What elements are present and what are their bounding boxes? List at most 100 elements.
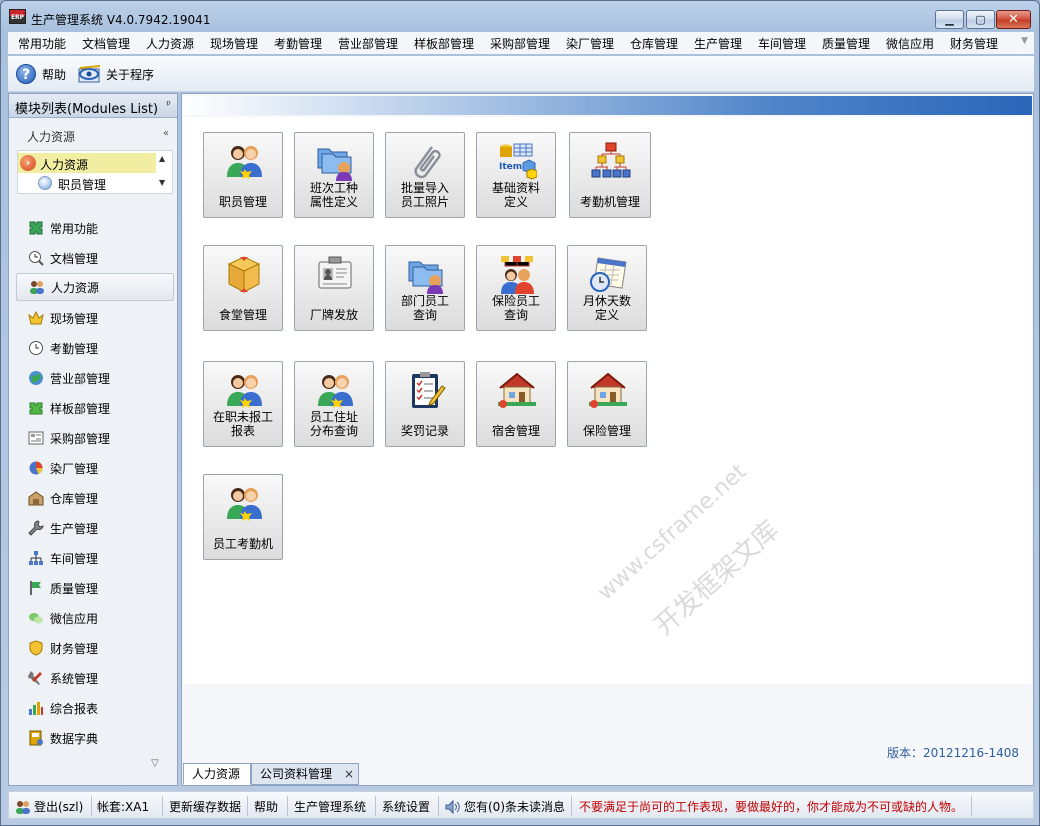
people-icon <box>29 279 45 295</box>
expand-arrow-icon[interactable]: › <box>20 155 36 171</box>
help-button[interactable]: ? 帮助 <box>16 63 66 85</box>
tree-item-employee[interactable]: 职员管理 <box>18 173 156 193</box>
shield-icon <box>28 640 44 656</box>
nav-item-sales[interactable]: 营业部管理 <box>16 364 174 392</box>
tab-hr[interactable]: 人力资源 <box>183 763 251 785</box>
nav-item-documents[interactable]: 文档管理 <box>16 244 174 272</box>
menu-wechat[interactable]: 微信应用 <box>886 35 934 52</box>
scroll-down-icon[interactable]: ▼ <box>159 178 165 187</box>
menu-attendance[interactable]: 考勤管理 <box>274 35 322 52</box>
paperclip-icon <box>414 146 441 179</box>
main-panel: 职员管理 班次工种 属性定义 批量导入 员工照片 Item 基础资料 定义 考勤… <box>181 93 1034 786</box>
tile-reward-punishment-records[interactable]: 奖罚记录 <box>385 361 465 447</box>
tile-employee-address-query[interactable]: 员工住址 分布查询 <box>294 361 374 447</box>
nav-item-quality[interactable]: 质量管理 <box>16 574 174 602</box>
tile-department-employee-query[interactable]: 部门员工 查询 <box>385 245 465 331</box>
tile-unreported-employees-report[interactable]: 在职未报工 报表 <box>203 361 283 447</box>
nav-scroll-down-icon[interactable]: ▽ <box>151 758 159 769</box>
nav-item-hr[interactable]: 人力资源 <box>16 273 174 301</box>
tile-label: 职员管理 <box>218 195 267 209</box>
close-icon[interactable]: × <box>344 764 354 784</box>
nav-label: 数据字典 <box>50 731 99 746</box>
tile-dormitory-management[interactable]: 宿舍管理 <box>476 361 556 447</box>
nav-item-common[interactable]: 常用功能 <box>16 214 174 242</box>
menu-sales[interactable]: 营业部管理 <box>338 35 398 52</box>
nav-item-dictionary[interactable]: 数据字典 <box>16 724 174 752</box>
tile-employee-attendance-machine[interactable]: 员工考勤机 <box>203 474 283 560</box>
menu-sample[interactable]: 样板部管理 <box>414 35 474 52</box>
refresh-cache-button[interactable]: 更新缓存数据 <box>169 798 241 815</box>
nav-item-attendance[interactable]: 考勤管理 <box>16 334 174 362</box>
tile-badge-issuance[interactable]: 厂牌发放 <box>294 245 374 331</box>
tile-monthly-leave-days[interactable]: 月休天数 定义 <box>567 245 647 331</box>
menu-workshop[interactable]: 车间管理 <box>758 35 806 52</box>
tile-insured-employee-query[interactable]: 保险员工 查询 <box>476 245 556 331</box>
tile-canteen-management[interactable]: 食堂管理 <box>203 245 283 331</box>
status-help-button[interactable]: 帮助 <box>254 798 278 815</box>
close-button[interactable]: ✕ <box>996 10 1031 29</box>
toolbar: ? 帮助 关于程序 <box>8 56 1034 92</box>
menu-hr[interactable]: 人力资源 <box>146 35 194 52</box>
calendar-clock-icon <box>590 257 627 292</box>
menu-finance[interactable]: 财务管理 <box>950 35 998 52</box>
badge-icon <box>318 256 352 289</box>
logout-button[interactable]: 登出(szl) <box>15 798 83 815</box>
nav-item-sample[interactable]: 样板部管理 <box>16 394 174 422</box>
nav-item-finance[interactable]: 财务管理 <box>16 634 174 662</box>
nav-item-warehouse[interactable]: 仓库管理 <box>16 484 174 512</box>
nav-label: 常用功能 <box>50 221 99 236</box>
about-button[interactable]: 关于程序 <box>78 63 154 85</box>
menu-purchase[interactable]: 采购部管理 <box>490 35 550 52</box>
tile-attendance-machine[interactable]: 考勤机管理 <box>569 132 651 218</box>
status-separator <box>162 796 163 816</box>
box-icon <box>227 256 261 293</box>
tile-label: 批量导入 员工照片 <box>400 181 449 209</box>
system-settings-button[interactable]: 系统设置 <box>382 798 430 815</box>
org-chart-icon <box>591 142 631 178</box>
scroll-up-icon[interactable]: ▲ <box>159 154 165 163</box>
nav-label: 文档管理 <box>50 251 99 266</box>
title-bar[interactable]: ERP 生产管理系统 V4.0.7942.19041 ▁ ▢ ✕ <box>1 1 1039 32</box>
tile-base-data-definition[interactable]: Item 基础资料 定义 <box>476 132 556 218</box>
nav-item-reports[interactable]: 综合报表 <box>16 694 174 722</box>
menu-production[interactable]: 生产管理 <box>694 35 742 52</box>
maximize-button[interactable]: ▢ <box>966 10 995 29</box>
system-name-button[interactable]: 生产管理系统 <box>294 798 366 815</box>
menu-dyeing[interactable]: 染厂管理 <box>566 35 614 52</box>
nav-item-workshop[interactable]: 车间管理 <box>16 544 174 572</box>
minimize-button[interactable]: ▁ <box>935 10 964 29</box>
tab-company-data[interactable]: 公司资料管理 × <box>251 763 359 785</box>
status-separator <box>247 796 248 816</box>
tile-label: 保险管理 <box>582 424 631 438</box>
green-puzzle-icon <box>28 400 44 416</box>
nav-item-wechat[interactable]: 微信应用 <box>16 604 174 632</box>
tree-scrollbar[interactable]: ▲ ▼ <box>156 152 171 192</box>
menu-common[interactable]: 常用功能 <box>18 35 66 52</box>
menu-overflow-icon[interactable]: ▼ <box>1021 36 1028 46</box>
nav-item-purchase[interactable]: 采购部管理 <box>16 424 174 452</box>
pin-icon[interactable]: ᵖ <box>166 98 171 111</box>
messages-button[interactable]: 您有(0)条未读消息 <box>445 798 565 815</box>
tile-batch-import-photos[interactable]: 批量导入 员工照片 <box>385 132 465 218</box>
collapse-left-icon[interactable]: « <box>163 128 169 139</box>
tile-label: 员工住址 分布查询 <box>309 410 358 438</box>
menu-bar: 常用功能 文档管理 人力资源 现场管理 考勤管理 营业部管理 样板部管理 采购部… <box>8 32 1034 54</box>
tree-item-hr[interactable]: › 人力资源 <box>18 153 156 173</box>
tile-label: 保险员工 查询 <box>491 294 540 322</box>
nav-label: 仓库管理 <box>50 491 99 506</box>
menu-quality[interactable]: 质量管理 <box>822 35 870 52</box>
module-group-header[interactable]: 人力资源 « <box>15 125 173 145</box>
tile-insurance-management[interactable]: 保险管理 <box>567 361 647 447</box>
nav-item-dyeing[interactable]: 染厂管理 <box>16 454 174 482</box>
nav-item-production[interactable]: 生产管理 <box>16 514 174 542</box>
menu-site[interactable]: 现场管理 <box>210 35 258 52</box>
nav-item-site[interactable]: 现场管理 <box>16 304 174 332</box>
clock-icon <box>28 340 44 356</box>
tile-employee-management[interactable]: 职员管理 <box>203 132 283 218</box>
menu-warehouse[interactable]: 仓库管理 <box>630 35 678 52</box>
tile-shift-definition[interactable]: 班次工种 属性定义 <box>294 132 374 218</box>
users-icon <box>16 800 30 814</box>
nav-label: 系统管理 <box>50 671 99 686</box>
menu-documents[interactable]: 文档管理 <box>82 35 130 52</box>
nav-item-system[interactable]: 系统管理 <box>16 664 174 692</box>
